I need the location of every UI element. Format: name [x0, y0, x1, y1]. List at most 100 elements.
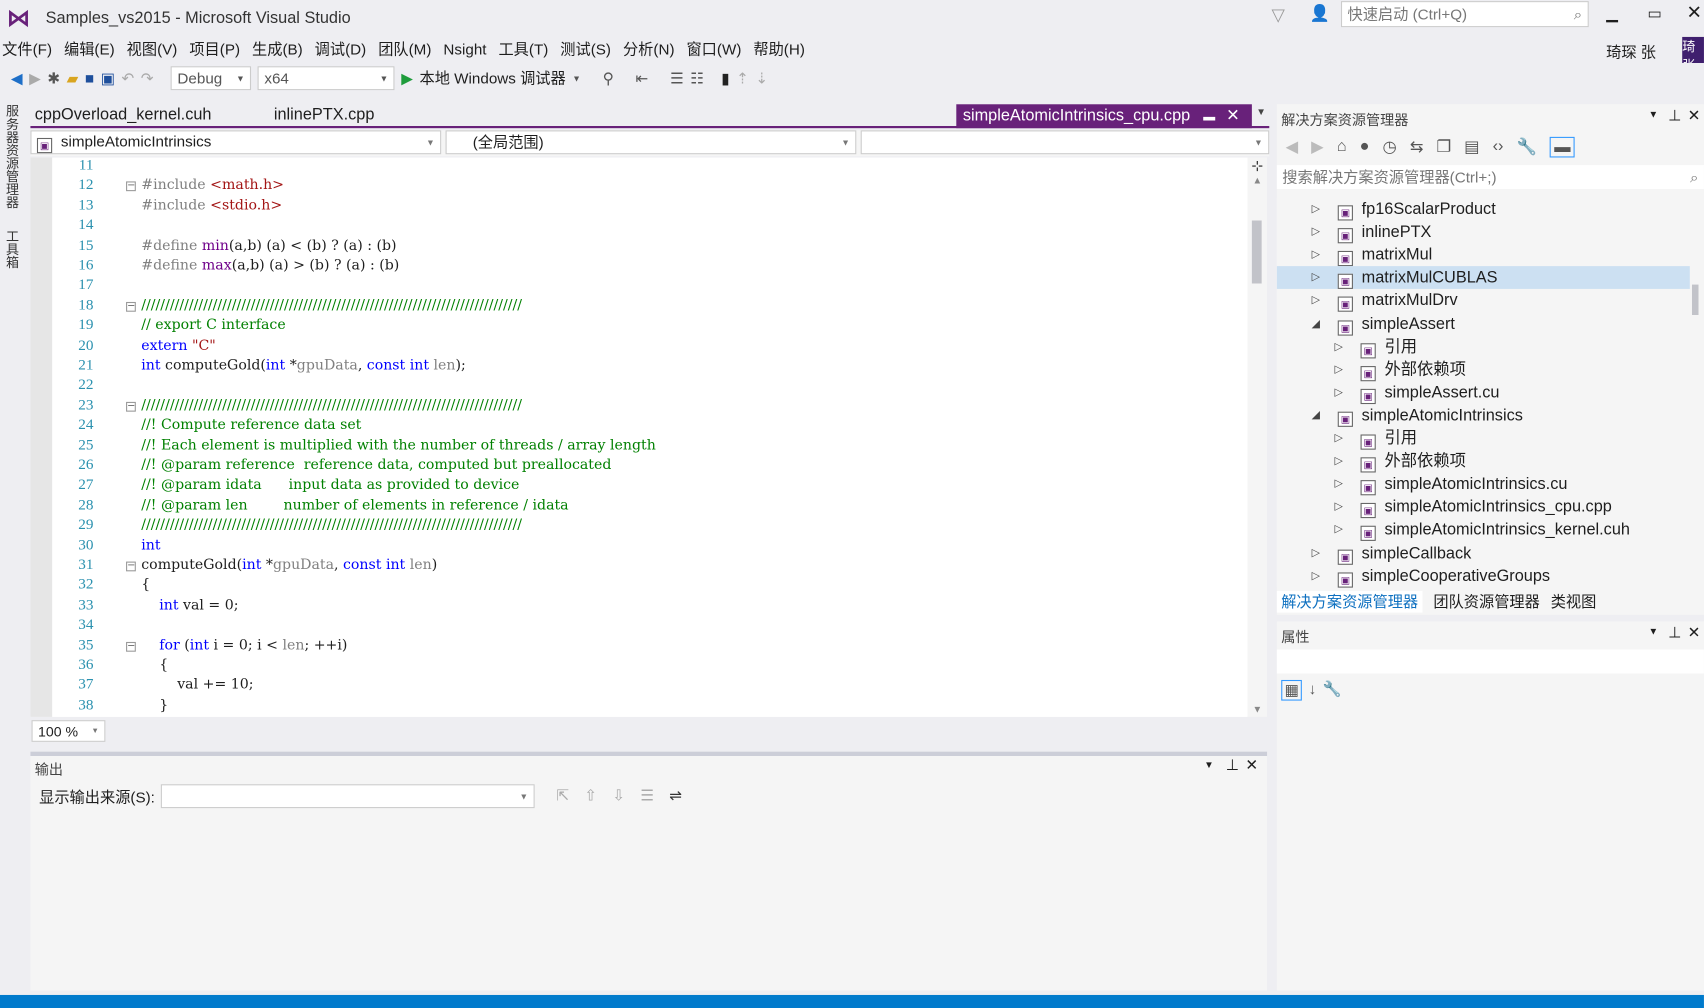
platform-select[interactable]: x64 ▼	[257, 66, 395, 91]
panel-menu-icon[interactable]: ▼	[1649, 626, 1659, 637]
save-all-icon[interactable]: ▣	[101, 69, 115, 87]
menu-item[interactable]: Nsight	[441, 39, 496, 59]
history-icon[interactable]: ◷	[1383, 137, 1397, 158]
property-pages-icon[interactable]: 🔧	[1323, 680, 1342, 701]
quick-launch-input[interactable]: 快速启动 (Ctrl+Q) ⌕	[1340, 1, 1589, 28]
collapsed-icon[interactable]: ▷	[1334, 473, 1342, 496]
fold-toggle[interactable]: −	[126, 561, 136, 572]
bookmark-icon[interactable]: ▮	[721, 69, 729, 87]
fold-toggle[interactable]: −	[126, 181, 136, 192]
menu-item[interactable]: 视图(V)	[124, 39, 187, 59]
scroll-thumb[interactable]	[1251, 220, 1262, 284]
alphabetical-icon[interactable]: ↓	[1309, 680, 1317, 701]
forward-icon[interactable]: ▶	[29, 69, 41, 87]
menu-item[interactable]: 编辑(E)	[62, 39, 125, 59]
collapsed-icon[interactable]: ▷	[1312, 221, 1320, 244]
tree-item[interactable]: ▷ ▣ 引用	[1277, 335, 1690, 359]
collapsed-icon[interactable]: ▷	[1334, 496, 1342, 519]
fold-toggle[interactable]: −	[126, 641, 136, 652]
tree-item[interactable]: ▷ ▣ simpleAssert.cu	[1277, 381, 1690, 404]
properties-object-select[interactable]	[1276, 649, 1704, 674]
home-icon[interactable]: ⌂	[1337, 137, 1347, 158]
project-select[interactable]: ▣ simpleAtomicIntrinsics ▼	[30, 130, 442, 155]
scroll-down-icon[interactable]: ▼	[1248, 704, 1268, 715]
config-select[interactable]: Debug ▼	[170, 66, 252, 91]
tree-item[interactable]: ▷ ▣ inlinePTX	[1277, 221, 1690, 244]
menu-item[interactable]: 工具(T)	[496, 39, 558, 59]
pin-icon[interactable]: ▬	[1203, 111, 1215, 124]
menu-item[interactable]: 调试(D)	[313, 39, 377, 59]
find-message-icon[interactable]: ⇱	[556, 786, 569, 804]
menu-item[interactable]: 测试(S)	[558, 39, 621, 59]
menu-item[interactable]: 文件(F)	[0, 39, 62, 59]
tree-item[interactable]: ▷ ▣ simpleAtomicIntrinsics.cu	[1277, 473, 1690, 496]
panel-menu-icon[interactable]: ▼	[1204, 759, 1214, 770]
tree-item[interactable]: ▷ ▣ simpleAtomicIntrinsics_cpu.cpp	[1277, 496, 1690, 519]
minimize-button[interactable]: ▁	[1606, 4, 1618, 22]
tree-scrollbar[interactable]	[1691, 284, 1699, 315]
indent-icon[interactable]: ☰	[670, 69, 684, 87]
tree-item[interactable]: ▷ ▣ 外部依赖项	[1277, 358, 1690, 381]
tree-item[interactable]: ▷ ▣ matrixMul	[1277, 244, 1690, 267]
pin-icon[interactable]: ⊥	[1226, 756, 1239, 774]
tab-class-view[interactable]: 类视图	[1551, 591, 1597, 613]
bookmark-prev-icon[interactable]: ⇡	[736, 69, 749, 87]
tree-item[interactable]: ▷ ▣ fp16ScalarProduct	[1277, 198, 1690, 221]
tree-item[interactable]: ▷ ▣ simpleCallback	[1277, 541, 1690, 565]
undo-icon[interactable]: ↶	[121, 69, 134, 87]
user-name[interactable]: 琦琛 张	[1606, 41, 1656, 63]
prev-message-icon[interactable]: ⇧	[584, 786, 597, 804]
tree-item[interactable]: ▷ ▣ matrixMulDrv	[1277, 289, 1690, 313]
collapsed-icon[interactable]: ▷	[1334, 381, 1342, 404]
menu-item[interactable]: 团队(M)	[376, 39, 441, 59]
scope-select[interactable]: (全局范围) ▼	[445, 130, 857, 155]
collapsed-icon[interactable]: ▷	[1312, 289, 1320, 312]
feedback-icon[interactable]: 👤	[1309, 3, 1329, 22]
word-wrap-icon[interactable]: ⇌	[669, 786, 682, 804]
collapsed-icon[interactable]: ▷	[1312, 266, 1320, 289]
user-badge[interactable]: 琦张	[1682, 36, 1704, 63]
preview-icon[interactable]: ▬	[1549, 136, 1575, 158]
back-icon[interactable]: ◀	[1286, 137, 1299, 158]
toolbox-tab[interactable]: 工具箱	[4, 230, 19, 269]
wrench-icon[interactable]: 🔧	[1517, 137, 1537, 158]
collapsed-icon[interactable]: ▷	[1312, 564, 1320, 587]
sync-icon[interactable]: ⇆	[1410, 137, 1424, 158]
filter-icon[interactable]: ▽	[1271, 4, 1284, 26]
show-all-icon[interactable]: ▤	[1464, 137, 1479, 158]
pin-icon[interactable]: ⊥	[1668, 623, 1681, 641]
tree-item[interactable]: ▷ ▣ simpleCooperativeGroups	[1277, 564, 1690, 588]
solution-search-input[interactable]: 搜索解决方案资源管理器(Ctrl+;) ⌕	[1276, 165, 1704, 189]
expanded-icon[interactable]: ◢	[1312, 312, 1320, 335]
panel-menu-icon[interactable]: ▼	[1649, 109, 1659, 120]
globe-icon[interactable]: ●	[1360, 137, 1370, 158]
tree-item[interactable]: ▷ ▣ 引用	[1277, 427, 1690, 450]
chevron-down-icon[interactable]: ▼	[572, 73, 581, 83]
redo-icon[interactable]: ↷	[141, 69, 154, 87]
close-button[interactable]: ✕	[1687, 2, 1702, 24]
categorized-icon[interactable]: ▦	[1281, 679, 1303, 701]
menu-item[interactable]: 项目(P)	[187, 39, 250, 59]
comment-icon[interactable]: ☷	[690, 69, 704, 87]
save-icon[interactable]: ■	[85, 70, 94, 87]
tree-item[interactable]: ▷ ▣ simpleAtomicIntrinsics_kernel.cuh	[1277, 519, 1690, 542]
tree-item[interactable]: ◢ ▣ simpleAtomicIntrinsics	[1277, 404, 1690, 427]
menu-item[interactable]: 窗口(W)	[684, 39, 751, 59]
back-icon[interactable]: ◀	[11, 69, 23, 87]
close-panel-icon[interactable]: ✕	[1688, 106, 1701, 124]
tree-item[interactable]: ▷ ▣ matrixMulCUBLAS	[1276, 266, 1690, 290]
find-icon[interactable]: ⚲	[603, 69, 614, 87]
fold-toggle[interactable]: −	[126, 401, 136, 412]
step-icon[interactable]: ⇤	[635, 69, 648, 87]
clear-all-icon[interactable]: ☰	[640, 786, 654, 804]
fold-toggle[interactable]: −	[126, 301, 136, 312]
collapsed-icon[interactable]: ▷	[1334, 519, 1342, 542]
scroll-up-icon[interactable]: ▲	[1248, 175, 1268, 186]
pin-icon[interactable]: ⊥	[1668, 106, 1681, 124]
collapsed-icon[interactable]: ▷	[1312, 198, 1320, 221]
close-panel-icon[interactable]: ✕	[1245, 756, 1258, 774]
collapsed-icon[interactable]: ▷	[1334, 450, 1342, 473]
tab-team-explorer[interactable]: 团队资源管理器	[1433, 591, 1539, 613]
start-debug-button[interactable]: 本地 Windows 调试器	[420, 67, 566, 89]
menu-item[interactable]: 生成(B)	[250, 39, 313, 59]
